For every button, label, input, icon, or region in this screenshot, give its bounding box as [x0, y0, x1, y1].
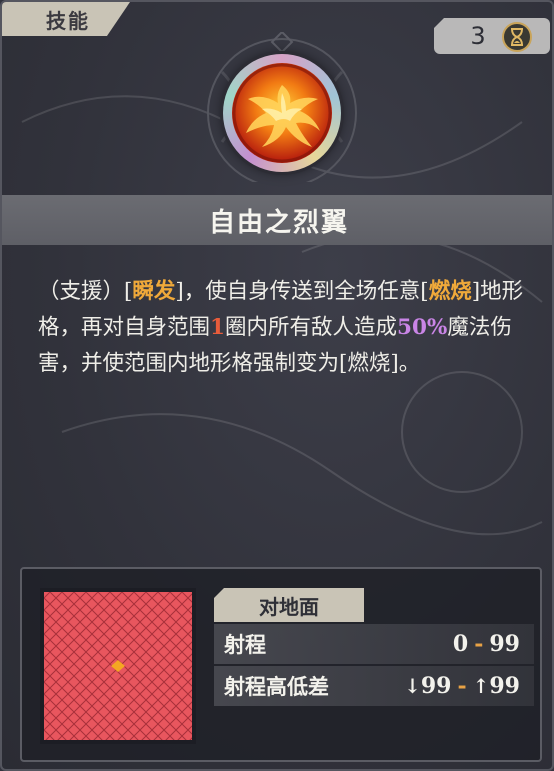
arrow-up-icon: ↑ — [472, 674, 490, 698]
range-row: 射程 0-99 — [214, 624, 534, 664]
hourglass-icon — [502, 22, 532, 52]
range-label: 射程 — [224, 632, 266, 657]
desc-text-4: 圈内所有敌人造成 — [224, 315, 397, 340]
keyword-burning[interactable]: 燃烧 — [429, 279, 472, 304]
desc-text-2: ]，使自身传送到全场任意[ — [175, 279, 429, 304]
target-tag-label: 对地面 — [259, 594, 319, 619]
height-diff-up: 99 — [489, 673, 520, 699]
range-separator: - — [474, 631, 484, 657]
height-diff-value: ↓99- ↑99 — [404, 673, 520, 699]
range-min: 0 — [452, 631, 469, 657]
skill-panel: 技能 3 自由之烈翼 （支援）[瞬发]，使自身传送到全场任意[燃烧]地形格，再对… — [0, 0, 554, 771]
target-tag: 对地面 — [214, 588, 364, 622]
height-diff-label: 射程高低差 — [224, 674, 329, 699]
phoenix-icon[interactable] — [232, 63, 332, 163]
arrow-down-icon: ↓ — [404, 674, 421, 698]
range-max: 99 — [489, 631, 520, 657]
range-grid-map — [44, 592, 192, 740]
cost-badge — [434, 18, 550, 54]
tab-skill-label: 技能 — [46, 8, 90, 33]
range-number: 1 — [210, 315, 225, 340]
skill-name: 自由之烈翼 — [208, 207, 349, 238]
height-diff-separator: - — [457, 673, 467, 699]
keyword-instant[interactable]: 瞬发 — [132, 279, 175, 304]
range-value: 0-99 — [453, 631, 520, 657]
height-diff-row: 射程高低差 ↓99- ↑99 — [214, 666, 534, 706]
skill-description: （支援）[瞬发]，使自身传送到全场任意[燃烧]地形格，再对自身范围1圈内所有敌人… — [38, 274, 528, 382]
desc-text-1: （支援）[ — [38, 279, 133, 304]
damage-percent: 50% — [397, 315, 448, 340]
height-diff-down: 99 — [420, 673, 452, 699]
cost-value: 3 — [470, 22, 486, 50]
range-grid — [40, 588, 196, 744]
skill-title-bar: 自由之烈翼 — [2, 195, 552, 245]
